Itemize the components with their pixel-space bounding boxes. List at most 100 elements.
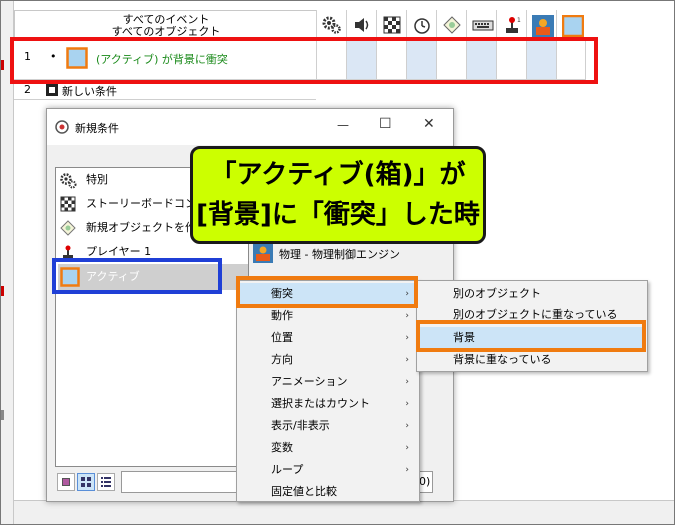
row-number: 1 [24,50,31,63]
header-all-objects: すべてのオブジェクト [111,26,221,38]
submenu-item-label: 別のオブジェクトに重なっている [453,308,618,321]
gears-icon [60,173,77,189]
menu-item-label: ループ [271,463,304,476]
grid-cell[interactable] [376,40,406,80]
list-item-active[interactable]: アクティブ [58,264,248,290]
physics-engine-label[interactable]: 物理 - 物理制御エンジン [279,246,400,262]
grid-cell[interactable] [466,40,496,80]
object-column-player[interactable]: 1 [496,10,526,38]
maximize-button[interactable]: ☐ [379,116,392,132]
left-edge-marker [0,60,4,70]
object-column-storyboard[interactable] [376,10,406,38]
menu-item-pick-or-count[interactable]: 選択またはカウント › [239,393,417,415]
gears-icon [322,16,341,34]
checkered-flag-icon [60,196,76,212]
grid-cell[interactable] [436,40,466,80]
active-box-icon [60,267,80,287]
menu-item-label: 選択またはカウント [271,397,370,410]
menu-item-motion[interactable]: 動作 › [239,305,417,327]
grid-cell[interactable] [496,40,526,80]
bottom-bar [14,500,675,525]
submenu-item-label: 背景 [453,331,475,344]
grid-cell[interactable] [316,40,346,80]
checkered-flag-icon [383,16,401,34]
object-column-active[interactable] [556,10,586,38]
dialog-title: 新規条件 [75,122,119,135]
menu-item-label: 動作 [271,309,293,322]
object-column-sound[interactable] [346,10,376,38]
view-list-button[interactable] [97,473,115,491]
object-column-timer[interactable] [406,10,436,38]
event-row-2[interactable] [14,80,316,100]
chevron-right-icon: › [405,289,409,299]
app-icon [55,120,69,134]
grid-cell[interactable] [526,40,556,80]
chevron-right-icon: › [405,443,409,453]
row-bullet: • [50,50,57,63]
submenu-item-label: 別のオブジェクト [453,287,541,300]
chevron-right-icon: › [405,421,409,431]
menu-item-label: 固定値と比較 [271,485,337,498]
list-item-label: 新規オブジェクトを作成 [86,221,207,234]
menu-item-direction[interactable]: 方向 › [239,349,417,371]
menu-item-label: 表示/非表示 [271,419,330,432]
row-number: 2 [24,83,31,96]
event-list-header: すべてのイベント すべてのオブジェクト [14,10,316,38]
small-icons-icon [81,477,91,487]
submenu-item-backdrop[interactable]: 背景 [419,327,645,349]
condition-text[interactable]: (アクティブ) が背景に衝突 [96,51,228,67]
list-item-label: 特別 [86,173,108,186]
chevron-right-icon: › [405,399,409,409]
chevron-right-icon: › [405,355,409,365]
active-box-icon [66,47,88,69]
view-large-icons-button[interactable] [57,473,75,491]
grid-cell[interactable] [346,40,376,80]
list-view-icon [101,477,111,487]
left-edge-marker [0,410,4,420]
left-edge-marker [0,286,4,296]
menu-item-compare-constant[interactable]: 固定値と比較 [239,481,417,503]
minimize-button[interactable]: — [337,118,349,132]
object-column-special[interactable] [316,10,346,38]
callout-line-2: [背景]に「衝突」した時 [196,200,480,230]
menu-item-animation[interactable]: アニメーション › [239,371,417,393]
list-item-label: プレイヤー 1 [86,245,152,258]
svg-text:1: 1 [517,17,521,24]
condition-context-menu: 衝突 › 動作 › 位置 › 方向 › アニメーション › 選択またはカウント › 表示/非… [236,280,420,502]
chevron-right-icon: › [405,377,409,387]
chevron-right-icon: › [405,333,409,343]
left-edge-strip [0,0,14,525]
physics-engine-icon [253,243,273,263]
menu-item-label: アニメーション [271,375,348,388]
collision-submenu: 別のオブジェクト 別のオブジェクトに重なっている 背景 背景に重なっている [416,280,648,372]
list-item-label: アクティブ [86,270,140,283]
menu-item-position[interactable]: 位置 › [239,327,417,349]
submenu-item-overlapping-object[interactable]: 別のオブジェクトに重なっている [419,304,645,324]
chevron-right-icon: › [405,311,409,321]
submenu-item-overlapping-backdrop[interactable]: 背景に重なっている [419,349,645,371]
menu-item-loop[interactable]: ループ › [239,459,417,481]
object-column-create[interactable] [436,10,466,38]
new-condition-label[interactable]: 新しい条件 [62,83,117,97]
menu-item-variables[interactable]: 変数 › [239,437,417,459]
menu-item-visibility[interactable]: 表示/非表示 › [239,415,417,437]
menu-item-collision[interactable]: 衝突 › [239,283,417,305]
grid-cell[interactable] [406,40,436,80]
close-button[interactable]: ✕ [423,116,435,132]
view-small-icons-button[interactable] [77,473,95,491]
create-object-icon [443,16,461,34]
joystick-icon: 1 [506,17,521,33]
create-object-icon [60,220,76,236]
large-icons-icon [62,478,70,486]
submenu-item-another-object[interactable]: 別のオブジェクト [419,283,645,305]
new-condition-icon [46,84,58,96]
menu-item-label: 変数 [271,441,293,454]
dialog-titlebar: 新規条件 — ☐ ✕ [47,109,453,145]
grid-cell[interactable] [556,40,586,80]
timer-icon [414,18,430,34]
object-column-physics[interactable] [526,10,556,38]
joystick-icon [63,245,73,259]
object-column-keyboard[interactable] [466,10,496,38]
menu-item-label: 衝突 [271,287,293,300]
menu-item-label: 位置 [271,331,293,344]
